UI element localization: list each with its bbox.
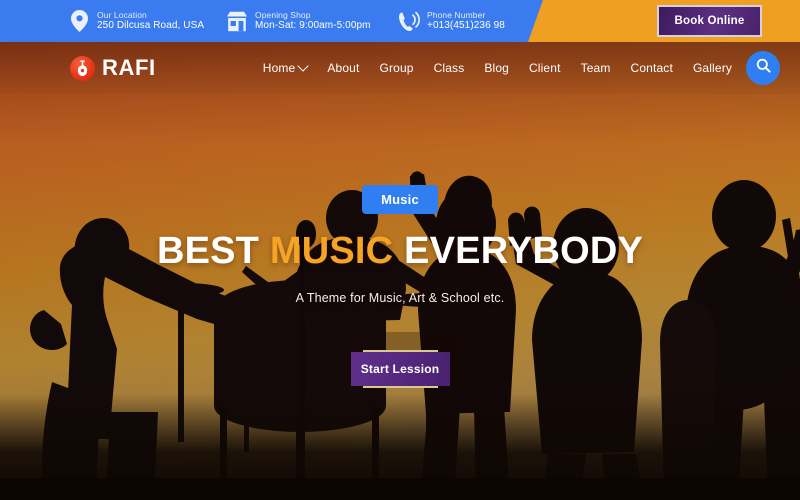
book-online-button[interactable]: Book Online [657, 5, 762, 37]
hero-subtitle: A Theme for Music, Art & School etc. [295, 291, 505, 305]
nav-menu: Home About Group Class Blog Client Team … [262, 60, 732, 75]
hero-cta-wrapper: Start Lession [350, 328, 459, 388]
nav-item-class[interactable]: Class [434, 61, 465, 75]
top-info-phone-text: Phone Number +013(451)236 98 [427, 10, 505, 32]
top-info-location-value: 250 Dilcusa Road, USA [97, 20, 205, 32]
hero-headline-part1: BEST [156, 230, 270, 272]
nav-item-gallery[interactable]: Gallery [693, 61, 732, 75]
top-info-opening: Opening Shop Mon-Sat: 9:00am-5:00pm [226, 9, 398, 33]
nav-item-group[interactable]: Group [379, 61, 413, 75]
search-icon [756, 58, 771, 78]
top-info-location-text: Our Location 250 Dilcusa Road, USA [97, 10, 204, 32]
nav-item-home[interactable]: Home [262, 60, 310, 75]
top-info-location: Our Location 250 Dilcusa Road, USA [68, 9, 226, 33]
top-info-phone-value: +013(451)236 98 [427, 20, 505, 32]
start-lesson-button[interactable]: Start Lession [350, 350, 450, 388]
top-info-bar: Our Location 250 Dilcusa Road, USA Openi… [0, 0, 800, 42]
brand-logo[interactable]: RAFI [70, 55, 156, 81]
hero-headline-accent: MUSIC [269, 230, 394, 272]
hero-headline-part2: EVERYBODY [393, 230, 644, 272]
top-info-phone-label: Phone Number [427, 10, 486, 21]
brand-name: RAFI [102, 55, 156, 80]
hero-headline: BEST MUSIC EVERYBODY [157, 230, 643, 273]
hero-badge[interactable]: Music [362, 185, 438, 214]
top-info-opening-value: Mon-Sat: 9:00am-5:00pm [255, 20, 371, 32]
chevron-down-icon [297, 60, 310, 72]
nav-item-blog[interactable]: Blog [484, 61, 509, 75]
top-info-phone: Phone Number +013(451)236 98 [398, 9, 548, 33]
nav-item-contact[interactable]: Contact [631, 61, 673, 75]
nav-item-team[interactable]: Team [581, 61, 611, 75]
top-info-opening-label: Opening Shop [255, 10, 311, 21]
shop-storefront-icon [226, 9, 248, 33]
landing-page: Our Location 250 Dilcusa Road, USA Openi… [0, 0, 800, 500]
nav-item-about[interactable]: About [327, 61, 359, 75]
top-info-list: Our Location 250 Dilcusa Road, USA Openi… [0, 0, 548, 42]
location-pin-icon [68, 9, 90, 33]
nav-item-client[interactable]: Client [529, 61, 561, 75]
guitar-icon [70, 55, 95, 81]
top-info-location-label: Our Location [97, 10, 147, 21]
phone-ringing-icon [398, 9, 420, 33]
top-info-opening-text: Opening Shop Mon-Sat: 9:00am-5:00pm [255, 10, 371, 32]
search-button[interactable] [746, 51, 780, 85]
main-navigation: RAFI Home About Group Class Blog Client … [0, 42, 800, 94]
nav-item-home-label: Home [262, 61, 296, 75]
